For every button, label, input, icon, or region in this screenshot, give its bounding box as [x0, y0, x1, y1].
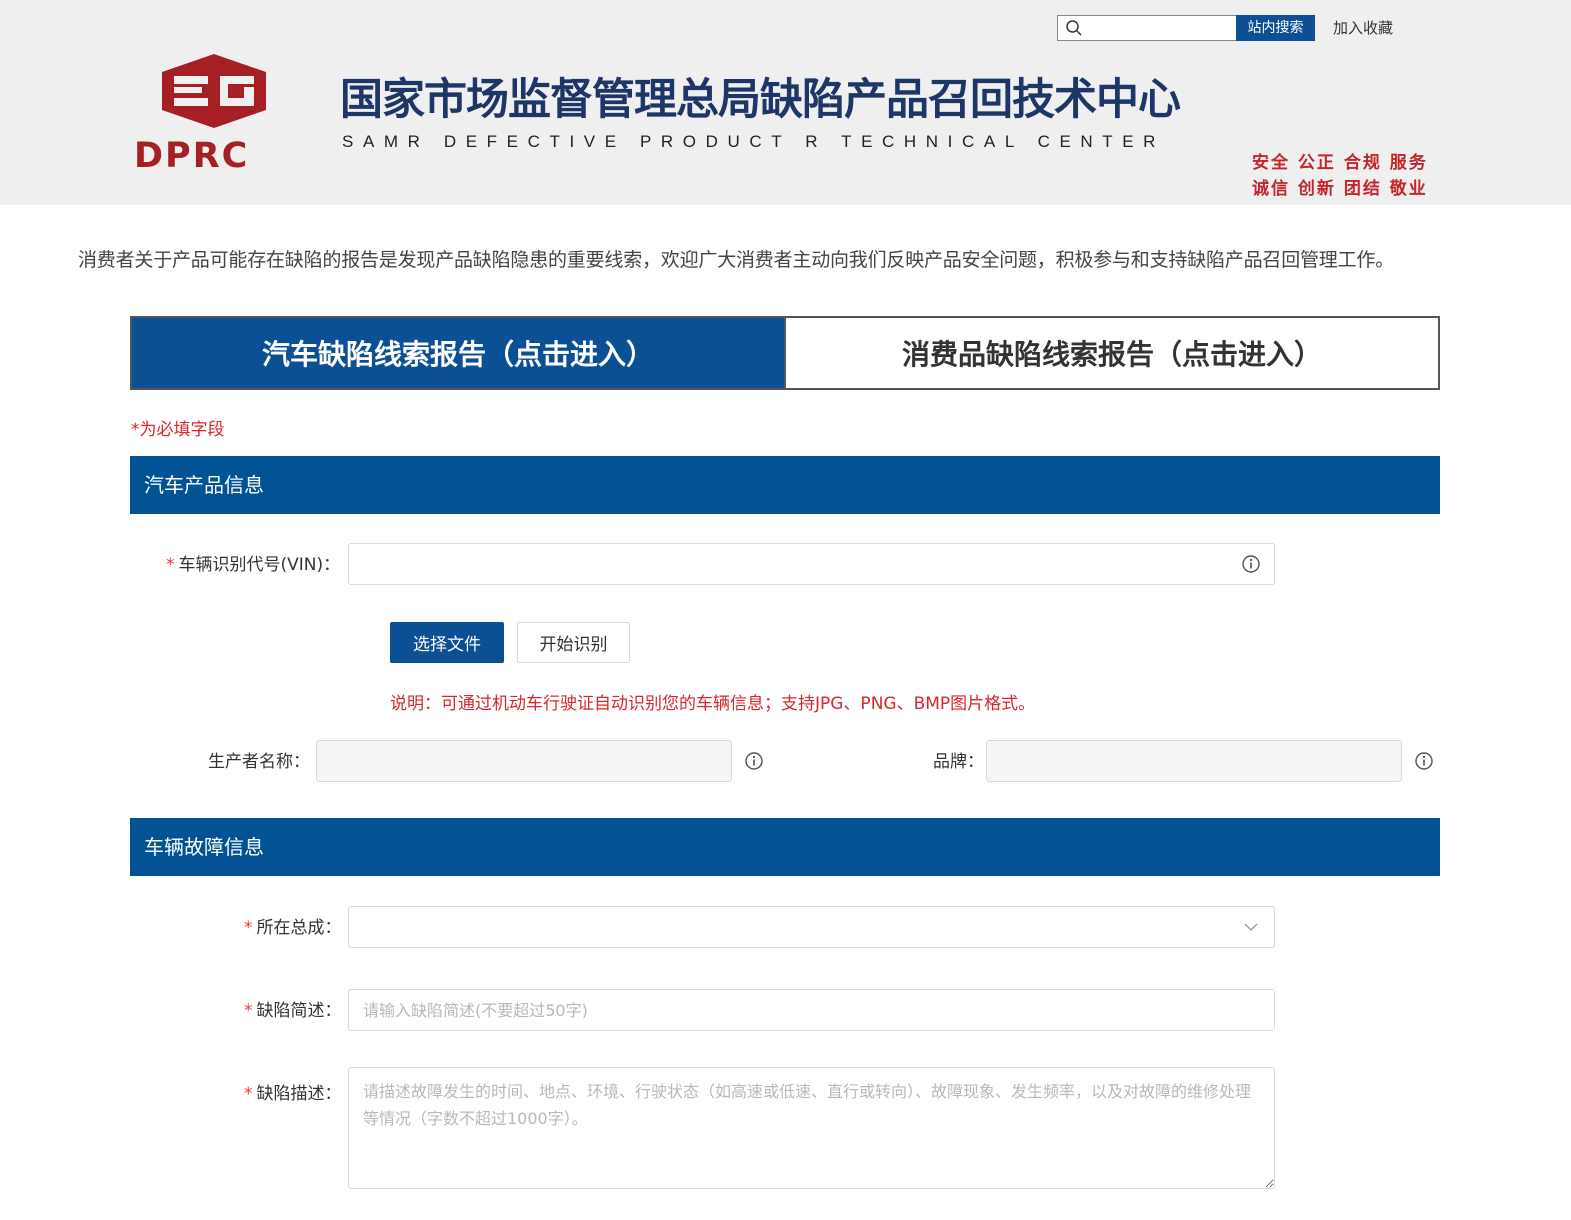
site-search-button[interactable]: 站内搜索	[1236, 15, 1315, 41]
search-input[interactable]	[1088, 18, 1228, 38]
add-favorite-link[interactable]: 加入收藏	[1333, 17, 1393, 39]
manufacturer-label: 生产者名称：	[208, 752, 310, 772]
chevron-down-icon[interactable]	[1243, 919, 1259, 935]
search-box[interactable]	[1057, 15, 1237, 41]
site-header: 站内搜索 加入收藏 DPRC 国家市场监督管理总局缺陷产品召回技术中心 SAMR…	[0, 0, 1571, 205]
description-label-text: 缺陷描述：	[256, 1084, 342, 1104]
tab-vehicle-defect-report[interactable]: 汽车缺陷线索报告（点击进入）	[132, 318, 784, 388]
required-star: *	[244, 1001, 253, 1021]
intro-text: 消费者关于产品可能存在缺陷的报告是发现产品缺陷隐患的重要线索，欢迎广大消费者主动…	[78, 249, 1395, 271]
motto-line-1: 安全 公正 合规 服务	[1252, 153, 1428, 173]
tab-consumer-product-report[interactable]: 消费品缺陷线索报告（点击进入）	[784, 318, 1438, 388]
assembly-select[interactable]	[348, 906, 1275, 948]
required-star: *	[244, 1084, 253, 1104]
brand-label: 品牌：	[933, 752, 984, 772]
required-star: *	[166, 555, 175, 575]
required-star: *	[244, 918, 253, 938]
manufacturer-input	[316, 740, 732, 782]
recognition-note: 说明：可通过机动车行驶证自动识别您的车辆信息；支持JPG、PNG、BMP图片格式…	[390, 694, 1036, 714]
motto-line-2: 诚信 创新 团结 敬业	[1252, 179, 1428, 199]
assembly-label: * 所在总成：	[244, 916, 342, 940]
motto: 安全 公正 合规 服务 诚信 创新 团结 敬业	[1252, 150, 1428, 202]
report-tabs: 汽车缺陷线索报告（点击进入） 消费品缺陷线索报告（点击进入）	[130, 316, 1440, 390]
start-recognize-button[interactable]: 开始识别	[517, 622, 630, 663]
section-fault-info-header: 车辆故障信息	[130, 818, 1440, 876]
assembly-label-text: 所在总成：	[256, 918, 342, 938]
search-icon	[1066, 20, 1082, 36]
brand-input	[986, 740, 1402, 782]
logo-text: DPRC	[134, 136, 250, 176]
site-subtitle: SAMR DEFECTIVE PRODUCT R TECHNICAL CENTE…	[342, 132, 1166, 151]
defect-summary-input[interactable]	[348, 989, 1275, 1031]
vin-input[interactable]	[348, 543, 1275, 585]
site-title: 国家市场监督管理总局缺陷产品召回技术中心	[340, 75, 1181, 125]
brand-info-icon[interactable]	[1414, 751, 1434, 771]
choose-file-button[interactable]: 选择文件	[390, 622, 504, 663]
summary-label-text: 缺陷简述：	[256, 1001, 342, 1021]
summary-label: * 缺陷简述：	[244, 999, 342, 1023]
required-fields-note: *为必填字段	[131, 420, 225, 440]
info-icon[interactable]	[1241, 554, 1261, 574]
manufacturer-info-icon[interactable]	[744, 751, 764, 771]
vin-label: * 车辆识别代号(VIN)：	[166, 553, 340, 577]
section-product-info-header: 汽车产品信息	[130, 456, 1440, 514]
description-label: * 缺陷描述：	[244, 1082, 342, 1106]
defect-description-textarea[interactable]	[348, 1067, 1275, 1189]
vin-label-text: 车辆识别代号(VIN)：	[178, 555, 341, 575]
